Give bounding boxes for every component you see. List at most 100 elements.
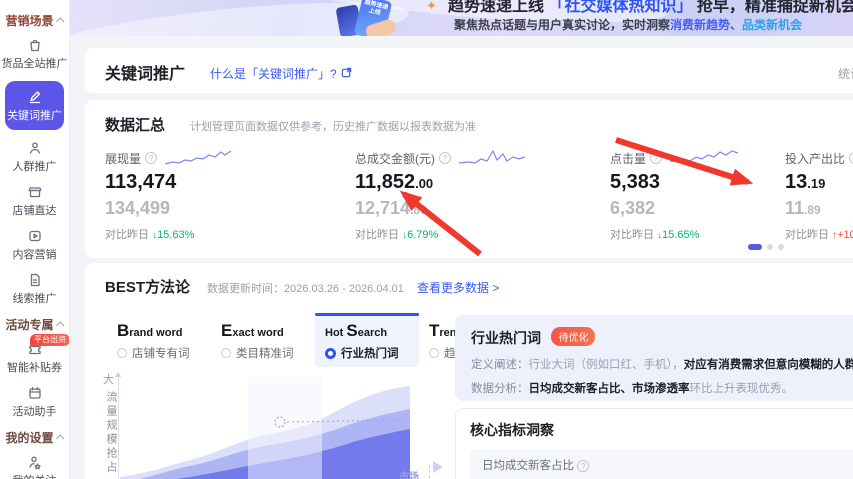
- platform-funded-badge: 平台出资: [30, 334, 69, 346]
- metric-compare: 对比昨日 ↓15.65%: [610, 229, 700, 241]
- sidebar-item-label: 人群推广: [12, 161, 57, 173]
- best-title: BEST方法论: [105, 279, 191, 296]
- pen-icon: [29, 91, 40, 104]
- chevron-up-icon: [55, 433, 65, 443]
- main-content: 关键词推广 什么是「关键词推广」? 统计 数据汇总 计划管理页面数据仅供参考，历…: [70, 36, 853, 479]
- guide-dashed-line: [429, 465, 430, 479]
- help-icon[interactable]: ?: [145, 152, 158, 164]
- metric-value: 13.19: [785, 171, 826, 193]
- tab-brand-word[interactable]: Brand word 店铺专有词: [107, 313, 211, 367]
- banner-headline: 趋势速递上线 「社交媒体热知识」 抢早，精准捕捉新机会: [448, 0, 853, 16]
- sidebar-item-label: 店铺直达: [12, 205, 57, 217]
- sidebar-item-activity-helper[interactable]: 活动助手: [0, 385, 69, 419]
- sidebar-item-content[interactable]: 内容营销: [0, 228, 69, 262]
- banner-headline-highlight: 「社交媒体热知识」: [548, 0, 693, 15]
- sidebar-item-audience[interactable]: 人群推广: [0, 140, 69, 174]
- chevron-up-icon: [55, 320, 65, 330]
- metric-label: 投入产出比: [785, 151, 846, 166]
- shop-icon: [28, 187, 41, 198]
- pagination-dot[interactable]: [778, 244, 784, 250]
- pagination-dot[interactable]: [767, 244, 773, 250]
- banner-subline-pre: 聚焦热点话题与用户真实讨论，实时洞察: [454, 18, 671, 32]
- metric-prev-value: 11.89: [785, 198, 821, 218]
- core-metric-insight-card: 核心指标洞察 日均成交新客占比 ? 39.83% 环比 ↓5.25% ? 同行同…: [455, 408, 853, 479]
- sparkline: [165, 150, 232, 165]
- banner-subline-hl1: 消费新趋势、: [670, 18, 743, 32]
- app-window: 趋势速递上线 ✦ 趋势速递上线 「社交媒体热知识」 抢早，精准捕捉新机会 聚焦热…: [0, 0, 853, 479]
- y-axis-label: 流量规模抢占: [105, 391, 117, 475]
- insight-data-analysis: 数据分析：日均成交新客占比、市场渗透率环比上升表现优秀。: [471, 383, 793, 395]
- sidebar-item-fullsite[interactable]: 货品全站推广: [0, 37, 69, 71]
- tab-sub-label: 行业热门词: [341, 348, 399, 360]
- metric-value: 113,474: [105, 171, 177, 193]
- section-header-label: 活动专属: [5, 318, 54, 332]
- insight-title: 行业热门词: [471, 330, 541, 346]
- section-header-label: 营销场景: [5, 14, 54, 28]
- metric-compare: 对比昨日 ↑+10.93%: [785, 229, 853, 241]
- sidebar-item-leads[interactable]: 线索推广: [0, 272, 69, 306]
- sidebar-item-my-follow[interactable]: 我的关注: [0, 454, 69, 479]
- to-optimize-badge: 待优化: [551, 327, 596, 346]
- sidebar-item-label: 线索推广: [12, 293, 57, 305]
- metric-compare: 对比昨日 ↓15.63%: [105, 229, 195, 241]
- sparkline: [459, 149, 526, 164]
- banner-headline-pre: 趋势速递上线: [448, 0, 549, 15]
- sidebar-item-smart-coupon[interactable]: 平台出资 智能补贴券: [0, 334, 69, 375]
- view-more-data-link[interactable]: 查看更多数据 >: [417, 279, 499, 296]
- radio-icon[interactable]: [221, 348, 231, 358]
- radio-icon[interactable]: [429, 348, 439, 358]
- core-metric-label: 日均成交新客占比 ?: [482, 457, 853, 473]
- metric-roi: 投入产出比? 13.19 11.89 对比昨日 ↑+10.93%: [785, 148, 853, 242]
- hot-word-insight-panel: 行业热门词 待优化 定义阐述：行业大词（例如口红、手机），对应有消费需求但意向模…: [455, 315, 853, 401]
- file-icon: [30, 273, 40, 287]
- sidebar-item-shop-direct[interactable]: 店铺直达: [0, 184, 69, 218]
- metric-gmv: 总成交金额(元)? 11,852.00 12,714.80 对比昨日 ↓6.79…: [355, 148, 529, 242]
- sparkline: [670, 150, 739, 163]
- bag-icon: [29, 39, 40, 52]
- metric-compare: 对比昨日 ↓6.79%: [355, 229, 439, 241]
- sidebar-section-marketing[interactable]: 营销场景: [0, 12, 69, 29]
- play-icon: [28, 230, 41, 242]
- sidebar-section-activity[interactable]: 活动专属: [0, 316, 69, 333]
- metric-value: 11,852.00: [355, 171, 434, 193]
- sparkle-icon: ✦: [426, 0, 437, 13]
- sidebar-item-label: 关键词推广: [7, 110, 62, 122]
- sidebar-item-keyword[interactable]: 关键词推广: [5, 81, 64, 130]
- section-header-label: 我的设置: [5, 431, 54, 445]
- metric-prev-value: 12,714.80: [355, 198, 427, 218]
- help-link-label: 什么是「关键词推广」?: [210, 67, 337, 81]
- tab-exact-word[interactable]: Exact word 类目精准词: [211, 313, 315, 367]
- banner-subline-hl2: 品类新机会: [742, 18, 803, 32]
- banner-headline-post: 抢早，精准捕捉新机会: [692, 0, 853, 15]
- chevron-up-icon: [55, 16, 65, 26]
- calendar-icon: [28, 387, 41, 399]
- sidebar-section-settings[interactable]: 我的设置: [0, 429, 69, 446]
- user-icon: [29, 142, 40, 154]
- help-icon[interactable]: ?: [849, 152, 853, 164]
- promo-banner[interactable]: 趋势速递上线 ✦ 趋势速递上线 「社交媒体热知识」 抢早，精准捕捉新机会 聚焦热…: [70, 0, 853, 36]
- metric-clicks: 点击量? 5,383 6,382 对比昨日 ↓15.65%: [610, 148, 740, 242]
- guide-label-market: 市场流量: [399, 472, 419, 479]
- radio-icon[interactable]: [117, 348, 127, 358]
- core-title: 核心指标洞察: [470, 422, 554, 438]
- arrow-right-icon: [433, 461, 443, 473]
- what-is-keyword-link[interactable]: 什么是「关键词推广」?: [210, 65, 352, 82]
- radio-selected-icon[interactable]: [325, 347, 336, 359]
- best-methodology-card: BEST方法论 数据更新时间：2026.03.26 - 2026.04.01 查…: [85, 263, 853, 479]
- metric-label: 点击量: [610, 151, 647, 166]
- tab-sub-label: 类目精准词: [236, 348, 294, 360]
- help-icon[interactable]: ?: [650, 152, 663, 164]
- sidebar: 营销场景 货品全站推广 关键词推广 人群推广 店铺直达 内容营销 线索推广 活动…: [0, 0, 70, 479]
- clipped-corner-text: 统计: [838, 67, 853, 81]
- external-link-icon: [341, 67, 352, 81]
- insight-definition: 定义阐述：行业大词（例如口红、手机），对应有消费需求但意向模糊的人群，拉新效果显…: [471, 359, 853, 371]
- tab-hot-search[interactable]: Hot Search 行业热门词: [315, 313, 419, 367]
- core-metric-box: 日均成交新客占比 ? 39.83% 环比 ↓5.25% ? 同行同层均值 34.…: [470, 449, 853, 479]
- data-summary-card: 数据汇总 计划管理页面数据仅供参考，历史推广数据以报表数据为准 展现量? 113…: [85, 100, 853, 258]
- help-icon[interactable]: ?: [439, 152, 451, 164]
- metric-value: 5,383: [610, 171, 661, 193]
- metric-label: 展现量: [105, 151, 142, 166]
- area-chart-svg: [120, 377, 410, 479]
- help-icon[interactable]: ?: [577, 460, 590, 472]
- pagination-dot-active[interactable]: [748, 244, 762, 250]
